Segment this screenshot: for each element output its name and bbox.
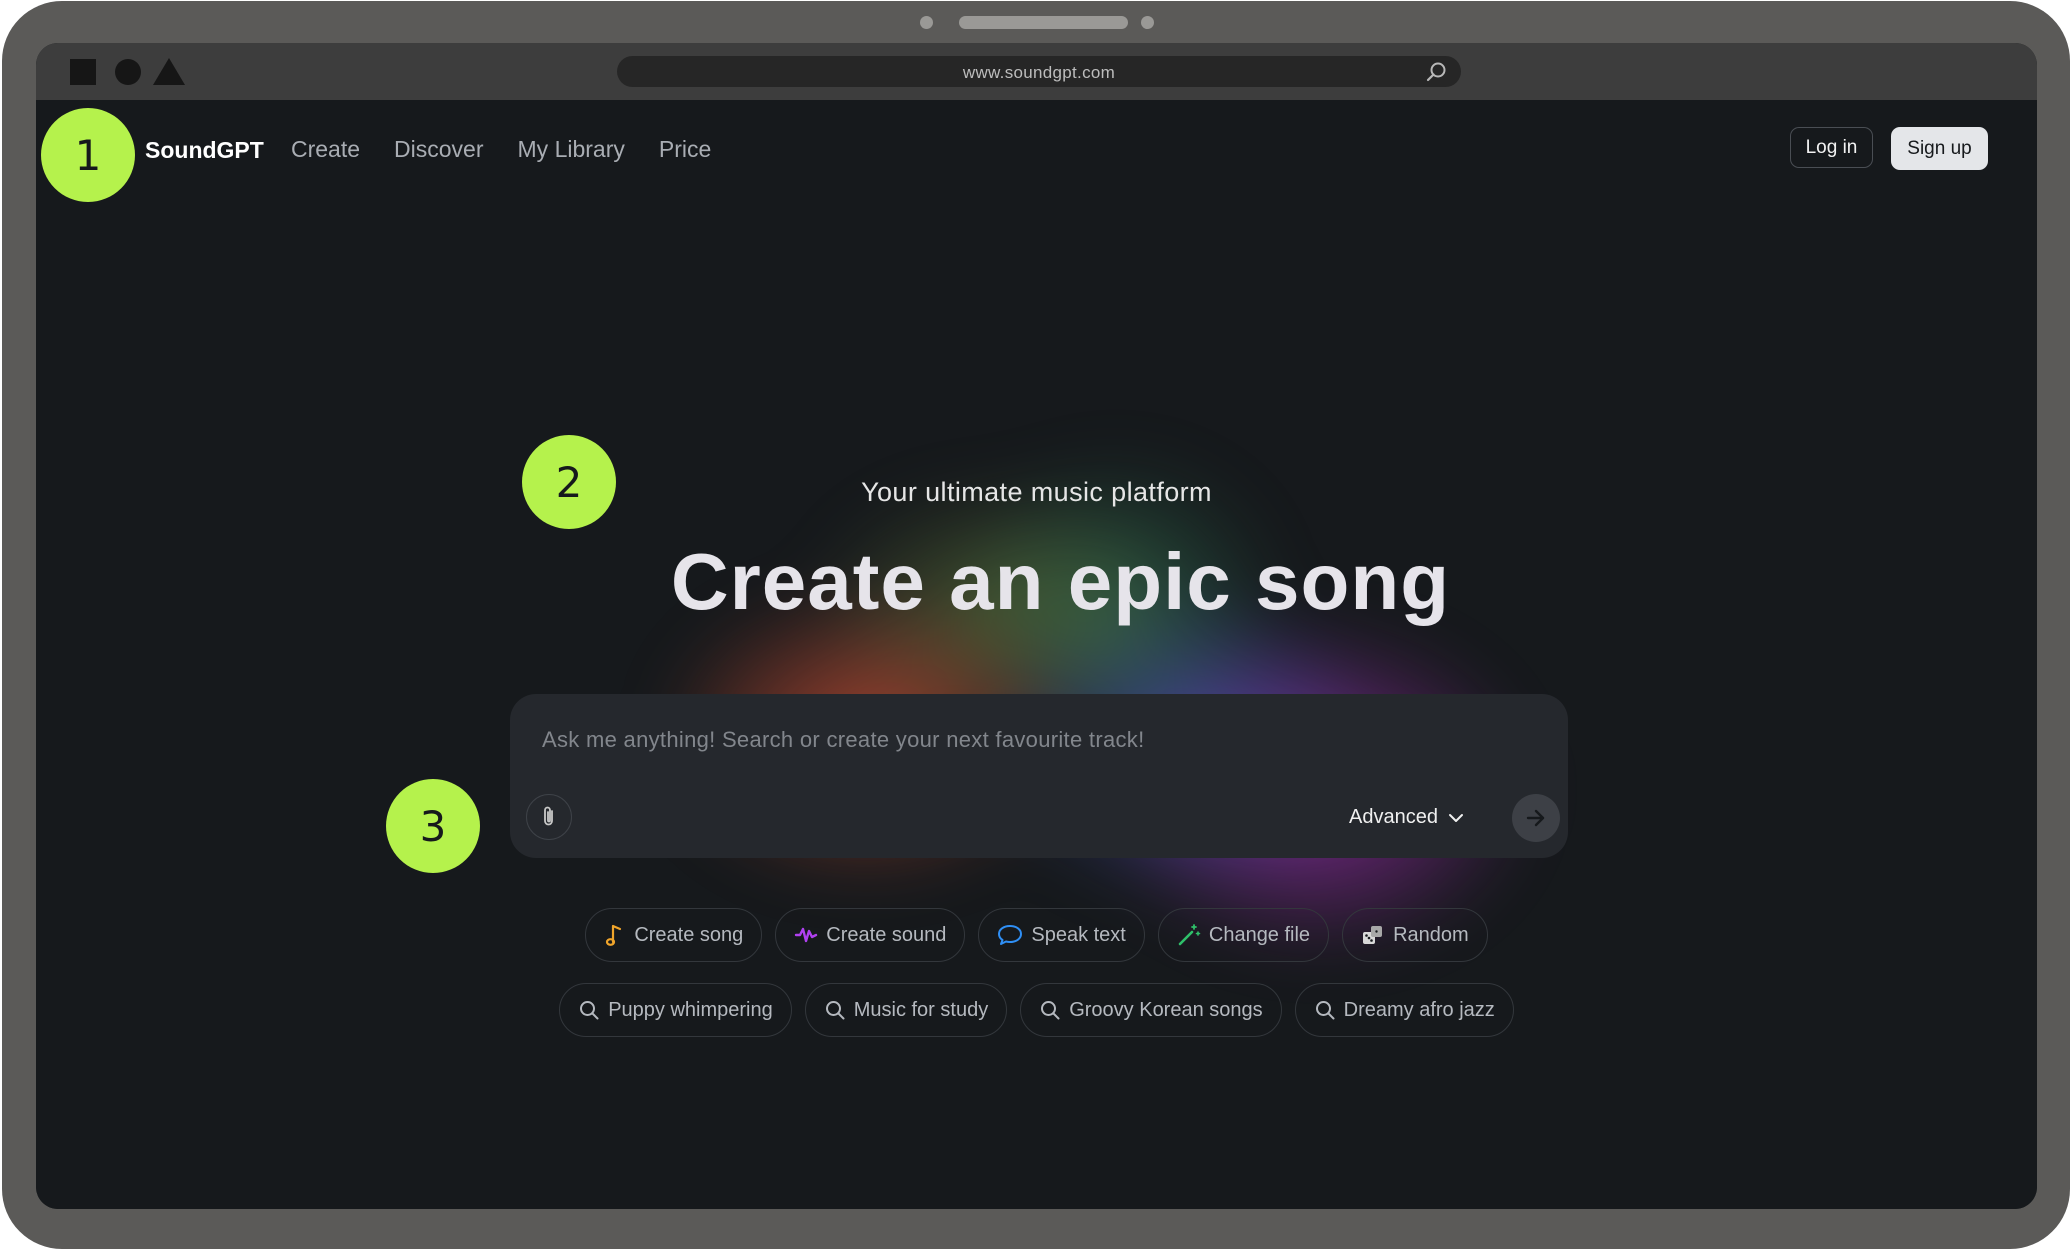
action-chips: Create song Create sound Speak text Chan…	[36, 908, 2037, 962]
page-content: SoundGPT Create Discover My Library Pric…	[36, 100, 2037, 1209]
gradient-glow	[466, 350, 1666, 1000]
chip-label: Change file	[1208, 923, 1311, 946]
annotation-marker-2: 2	[522, 435, 616, 529]
logo[interactable]: SoundGPT	[145, 137, 264, 164]
chip-label: Speak text	[1031, 923, 1126, 946]
attach-button[interactable]	[526, 794, 572, 840]
speech-bubble-icon	[998, 925, 1023, 945]
prompt-box: Advanced	[510, 694, 1568, 858]
chip-label: Puppy whimpering	[608, 998, 773, 1021]
circle-icon[interactable]	[115, 59, 141, 85]
chip-label: Create song	[634, 923, 744, 946]
suggestion-chips: Puppy whimpering Music for study Groovy …	[36, 983, 2037, 1037]
speaker-bar	[959, 16, 1128, 29]
arrow-right-icon	[1526, 809, 1545, 827]
nav-link-create[interactable]: Create	[291, 136, 360, 163]
waveform-icon	[795, 927, 818, 943]
address-text: www.soundgpt.com	[962, 63, 1116, 82]
music-note-icon	[606, 924, 622, 946]
advanced-dropdown[interactable]: Advanced	[1349, 806, 1464, 829]
chip-label: Dreamy afro jazz	[1343, 998, 1495, 1021]
chip-label: Random	[1393, 923, 1469, 946]
search-icon	[825, 1001, 845, 1020]
chip-label: Create sound	[826, 923, 947, 946]
paperclip-icon	[544, 806, 553, 826]
page-title: Create an epic song	[670, 537, 1451, 626]
top-nav: SoundGPT Create Discover My Library Pric…	[36, 100, 2037, 200]
screen: www.soundgpt.com SoundGPT Create Discove…	[36, 43, 2037, 1209]
camera-dot	[920, 16, 933, 29]
dice-icon	[1363, 926, 1383, 944]
annotation-marker-3: 3	[386, 779, 480, 873]
prompt-input[interactable]	[540, 724, 1524, 756]
chip-label: Music for study	[853, 998, 989, 1021]
random-chip[interactable]: Random	[1342, 908, 1488, 962]
chevron-down-icon	[1448, 813, 1463, 822]
suggestion-chip[interactable]: Puppy whimpering	[559, 983, 792, 1037]
create-sound-chip[interactable]: Create sound	[775, 908, 966, 962]
nav-link-price[interactable]: Price	[659, 136, 711, 163]
sensor-dot	[1141, 16, 1154, 29]
nav-link-discover[interactable]: Discover	[394, 136, 483, 163]
device-frame: www.soundgpt.com SoundGPT Create Discove…	[2, 1, 2070, 1249]
advanced-label: Advanced	[1349, 806, 1438, 828]
nav-link-my-library[interactable]: My Library	[518, 136, 625, 163]
magic-wand-icon	[1178, 924, 1201, 946]
browser-toolbar: www.soundgpt.com	[36, 43, 2037, 100]
send-button[interactable]	[1512, 794, 1560, 842]
suggestion-chip[interactable]: Groovy Korean songs	[1020, 983, 1282, 1037]
address-bar[interactable]: www.soundgpt.com	[617, 56, 1461, 87]
chip-label: Groovy Korean songs	[1069, 998, 1263, 1021]
search-icon	[1041, 1001, 1060, 1020]
suggestion-chip[interactable]: Dreamy afro jazz	[1294, 983, 1514, 1037]
annotation-marker-1: 1	[41, 108, 135, 202]
nav-links: Create Discover My Library Price	[291, 136, 711, 163]
suggestion-chip[interactable]: Music for study	[804, 983, 1008, 1037]
square-icon[interactable]	[70, 59, 96, 85]
change-file-chip[interactable]: Change file	[1157, 908, 1330, 962]
signup-button[interactable]: Sign up	[1891, 127, 1988, 170]
speak-text-chip[interactable]: Speak text	[978, 908, 1145, 962]
search-icon[interactable]	[1425, 61, 1447, 83]
login-button[interactable]: Log in	[1790, 127, 1873, 168]
create-song-chip[interactable]: Create song	[585, 908, 763, 962]
tagline: Your ultimate music platform	[861, 477, 1212, 507]
triangle-icon[interactable]	[153, 58, 185, 85]
search-icon	[580, 1001, 599, 1020]
search-icon	[1315, 1001, 1335, 1020]
